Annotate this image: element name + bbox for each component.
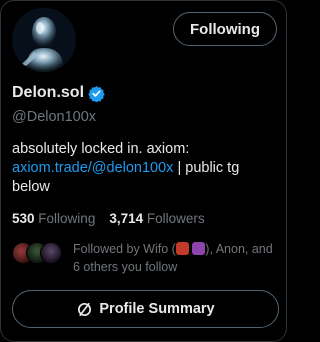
followed-by[interactable]: Followed by Wifo ( ), Anon, and 6 others… [12, 240, 283, 276]
ogre-emoji-icon [192, 242, 206, 255]
name-row: Delon.sol [12, 84, 105, 102]
ogre-emoji-icon [175, 242, 189, 255]
following-stat[interactable]: 530 Following [12, 211, 95, 226]
profile-hover-card: Following Delon.sol @Delon100x absolutel… [0, 0, 287, 342]
profile-summary-button[interactable]: Profile Summary [12, 290, 279, 328]
verified-badge-icon [88, 85, 105, 102]
followers-label: Followers [146, 211, 205, 226]
avatar-image [12, 8, 76, 72]
bio: absolutely locked in. axiom: axiom.trade… [12, 140, 278, 197]
followers-stat[interactable]: 3,714 Followers [109, 211, 204, 226]
display-name[interactable]: Delon.sol [12, 84, 84, 102]
profile-summary-label: Profile Summary [99, 301, 215, 317]
followed-by-text: Followed by Wifo ( ), Anon, and 6 others… [73, 240, 283, 276]
followed-by-prefix: Followed by Wifo ( [73, 242, 176, 256]
following-label: Following [38, 211, 96, 226]
handle[interactable]: @Delon100x [12, 109, 96, 125]
mutual-avatar [40, 242, 62, 264]
followers-count: 3,714 [109, 211, 144, 226]
bio-text: absolutely locked in. axiom: [12, 141, 190, 157]
following-count: 530 [12, 211, 35, 226]
stats: 530 Following 3,714 Followers [12, 211, 205, 226]
mutual-avatars [12, 240, 64, 266]
profile-summary-icon [78, 302, 92, 316]
bio-link[interactable]: axiom.trade/@delon100x [12, 160, 173, 176]
following-button[interactable]: Following [173, 12, 277, 46]
avatar[interactable] [12, 8, 76, 72]
